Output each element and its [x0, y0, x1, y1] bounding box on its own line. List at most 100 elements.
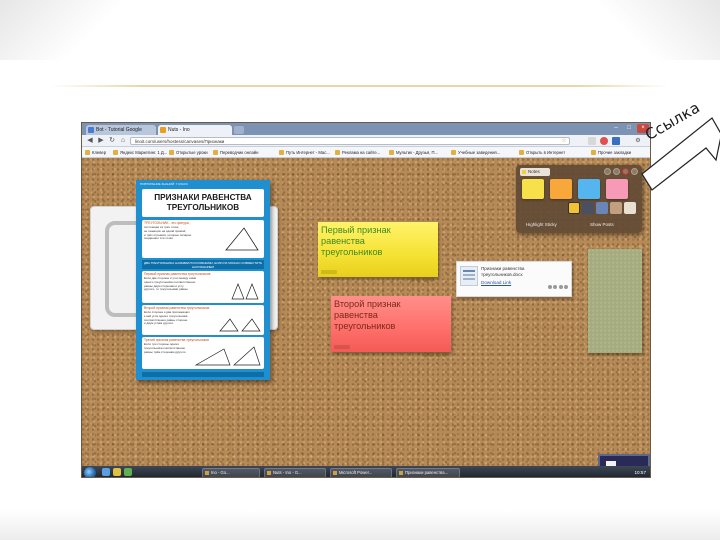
sticky-note-red[interactable]: Второй признак равенства треугольников	[331, 296, 451, 357]
poster-section-1: Первый признак равенства треугольников Е…	[142, 271, 264, 303]
image-tool-icon[interactable]	[568, 202, 580, 214]
bookmark-item[interactable]: Открыть в Интернет	[518, 149, 565, 156]
quicklaunch-icon[interactable]	[124, 468, 132, 476]
slide-corner-decoration	[0, 0, 120, 60]
browser-window: Bot - Tutorial Google Nuts - Ino – □ × ◀…	[81, 122, 651, 478]
bookmark-item[interactable]: Переводчик онлайн	[212, 149, 258, 156]
home-icon[interactable]: ⌂	[118, 136, 128, 146]
note-tool-icon[interactable]	[416, 277, 421, 282]
note-text: Первый признак равенства треугольников	[321, 225, 391, 257]
reload-icon[interactable]: ↻	[107, 136, 117, 146]
bookmark-item[interactable]: Мультик - Друзья, П...	[388, 149, 438, 156]
note-tool-icon[interactable]	[442, 352, 447, 357]
blue-sticky-swatch[interactable]	[578, 179, 600, 199]
note-tool-icon[interactable]	[429, 352, 434, 357]
bookmarks-bar: Клевер Яндекс Маркетинг. 1 Д... Открытые…	[82, 147, 650, 158]
back-arrow-icon[interactable]: ◀	[85, 136, 95, 146]
sticky-note-green[interactable]	[588, 249, 642, 353]
tab-nuts-ino[interactable]: Nuts - Ino	[158, 125, 232, 135]
taskbar-item[interactable]: Признаки равенства...	[396, 467, 460, 477]
link-card[interactable]: Признаки равенства треугольников.docx Do…	[456, 261, 572, 297]
maximize-icon[interactable]: □	[623, 124, 635, 133]
card-toolbar	[546, 276, 568, 294]
orange-sticky-swatch[interactable]	[550, 179, 572, 199]
card-tool-icon[interactable]	[558, 285, 563, 289]
favicon-icon	[88, 127, 94, 133]
note-tool-icon[interactable]	[422, 352, 428, 357]
poster-footer	[142, 372, 264, 377]
extension-icon[interactable]	[588, 137, 596, 145]
bookmark-item[interactable]: Учебные заведения...	[450, 149, 500, 156]
palette-button[interactable]	[604, 168, 611, 175]
quicklaunch-icon[interactable]	[102, 468, 110, 476]
taskbar-item[interactable]: Microsoft Power...	[330, 467, 392, 477]
quicklaunch-icon[interactable]	[113, 468, 121, 476]
taskbar-item[interactable]: Ino - Go...	[202, 467, 260, 477]
extension-icon[interactable]	[612, 137, 620, 145]
palette-footer: Highlight Sticky Show Posts	[520, 221, 638, 229]
slide-title-rule	[50, 85, 670, 87]
note-tool-icon[interactable]	[409, 277, 415, 282]
minimize-icon[interactable]: –	[610, 124, 622, 133]
highlight-sticky-toggle[interactable]: Highlight Sticky	[526, 221, 557, 229]
new-tab-button[interactable]	[234, 126, 244, 134]
slide-bottom-shadow	[0, 510, 720, 540]
palette-button[interactable]	[631, 168, 638, 175]
note-text: Второй признак равенства треугольников	[334, 299, 401, 331]
tab-label: Bot - Tutorial Google	[96, 127, 142, 133]
browser-toolbar: ◀ ▶ ↻ ⌂ linoit.com/users/hostess/canvase…	[82, 135, 650, 147]
note-tool-icon[interactable]	[429, 277, 434, 282]
card-tool-icon[interactable]	[553, 285, 557, 289]
document-tool-icon[interactable]	[596, 202, 608, 214]
yellow-sticky-swatch[interactable]	[522, 179, 544, 199]
sticky-note-yellow[interactable]: Первый признак равенства треугольников	[318, 222, 438, 282]
address-bar[interactable]: linoit.com/users/hostess/canvases/Призна…	[130, 137, 570, 145]
board-tool-icon[interactable]	[610, 202, 622, 214]
extension-icon[interactable]	[600, 137, 608, 145]
poster-header: ПОВТОРЕНИЕ ЗНАНИЙ: 7 КЛАСС	[140, 182, 189, 186]
poster-banner: ДВА ТРЕУГОЛЬНИКА НАЗЫВАЮТСЯ РАВНЫМИ, ЕСЛ…	[142, 260, 264, 269]
triangle-diagram	[225, 227, 259, 251]
card-tool-icon[interactable]	[564, 285, 568, 289]
document-icon	[460, 266, 478, 286]
poster-title: ПРИЗНАКИ РАВЕНСТВА ТРЕУГОЛЬНИКОВ	[142, 189, 264, 217]
note-toolbar	[408, 269, 434, 282]
forward-arrow-icon[interactable]: ▶	[96, 136, 106, 146]
start-button[interactable]	[84, 466, 96, 477]
palette-tab-notes[interactable]: Notes	[520, 168, 550, 176]
card-tool-icon[interactable]	[547, 285, 552, 289]
slide-corner-decoration	[600, 0, 720, 60]
tab-bot-tutorial[interactable]: Bot - Tutorial Google	[86, 125, 156, 135]
poster-section-3: Третий признак равенства треугольников Е…	[142, 337, 264, 369]
poster-section-intro: ТРЕУГОЛЬНИК - это фигура, состоящая из т…	[142, 220, 264, 258]
palette-close-icon[interactable]	[622, 168, 629, 175]
tab-bar: Bot - Tutorial Google Nuts - Ino – □ ×	[82, 123, 650, 135]
triangle-diagram	[194, 346, 261, 366]
taskbar-item[interactable]: Nuts - Ino - G...	[264, 467, 326, 477]
poster-section-2: Второй признак равенства треугольников Е…	[142, 305, 264, 335]
download-link[interactable]: Download Link	[481, 280, 511, 285]
note-tool-icon[interactable]	[422, 277, 428, 282]
cork-board-canvas[interactable]: ПОВТОРЕНИЕ ЗНАНИЙ: 7 КЛАСС ПРИЗНАКИ РАВЕ…	[82, 158, 650, 477]
star-icon[interactable]: ☆	[560, 137, 568, 145]
bookmark-item[interactable]: Реклама на сайте...	[334, 149, 380, 156]
bookmark-item[interactable]: Клевер	[84, 149, 106, 156]
bookmark-item[interactable]: Открытые уроки	[168, 149, 208, 156]
pink-sticky-swatch[interactable]	[606, 179, 628, 199]
bookmark-item[interactable]: Яндекс Маркетинг. 1 Д...	[112, 149, 167, 156]
show-posts-toggle[interactable]: Show Posts	[590, 221, 614, 229]
favicon-icon	[160, 127, 166, 133]
video-tool-icon[interactable]	[582, 202, 594, 214]
windows-taskbar: Ino - Go... Nuts - Ino - G... Microsoft …	[82, 466, 650, 477]
palette-button[interactable]	[613, 168, 620, 175]
triangle-diagram	[231, 283, 259, 300]
palette-header: Notes	[520, 168, 638, 176]
bookmark-item[interactable]: Прочие закладки	[590, 149, 631, 156]
taskbar-clock: 10:57	[634, 470, 647, 475]
poster-image[interactable]: ПОВТОРЕНИЕ ЗНАНИЙ: 7 КЛАСС ПРИЗНАКИ РАВЕ…	[136, 180, 270, 380]
bookmark-item[interactable]: Путь Интернет - Мас...	[278, 149, 330, 156]
note-tool-icon[interactable]	[435, 352, 441, 357]
note-corner-tag	[321, 270, 337, 274]
blank-tool-icon[interactable]	[624, 202, 636, 214]
tab-label: Nuts - Ino	[168, 127, 190, 133]
